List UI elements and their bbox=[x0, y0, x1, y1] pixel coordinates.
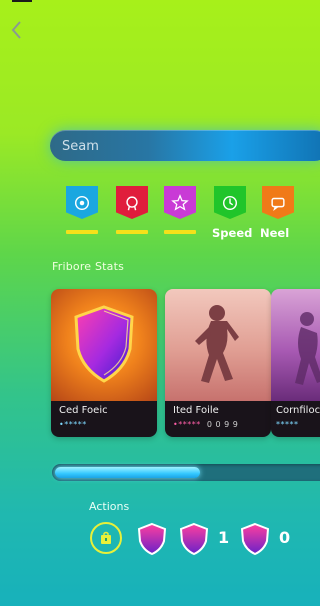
search-bar[interactable] bbox=[50, 130, 320, 161]
chat-icon bbox=[262, 186, 294, 219]
bag-button[interactable] bbox=[90, 522, 122, 554]
category-label-speed: Speed bbox=[212, 226, 253, 240]
card-rating: •***** 0 0 9 9 bbox=[173, 420, 238, 429]
card-image bbox=[51, 289, 157, 401]
card-title: Ced Foeic bbox=[59, 405, 108, 416]
medal-icon bbox=[116, 186, 148, 219]
category-underline bbox=[66, 230, 98, 234]
shield-icon[interactable] bbox=[237, 521, 273, 557]
category-medal[interactable] bbox=[116, 186, 150, 242]
category-underline bbox=[164, 230, 196, 234]
card-footer: Ced Foeic •***** bbox=[51, 401, 157, 437]
shield-count-1: 1 bbox=[218, 528, 230, 547]
category-speed[interactable]: Speed bbox=[212, 186, 252, 242]
shield-icon[interactable] bbox=[134, 521, 170, 557]
category-target[interactable] bbox=[66, 186, 100, 242]
search-input[interactable] bbox=[62, 136, 262, 156]
shield-count-2: 0 bbox=[279, 528, 291, 547]
bag-icon bbox=[101, 531, 111, 544]
stat-card-1[interactable]: Ced Foeic •***** bbox=[51, 289, 157, 437]
star-icon bbox=[164, 186, 196, 219]
target-icon bbox=[66, 186, 98, 219]
category-star[interactable] bbox=[164, 186, 198, 242]
card-image bbox=[165, 289, 271, 401]
card-title: Ited Foile bbox=[173, 405, 219, 416]
card-rating: ***** bbox=[276, 420, 299, 429]
section-title: Fribore Stats bbox=[52, 260, 125, 273]
rating-stars: ***** bbox=[276, 420, 299, 429]
card-extra: 0 0 9 9 bbox=[206, 420, 239, 429]
stat-card-3[interactable]: Cornfiloc ***** bbox=[271, 289, 320, 437]
category-label-neel: Neel bbox=[260, 226, 290, 240]
runner-silhouette bbox=[195, 305, 239, 383]
clock-icon bbox=[214, 186, 246, 219]
progress-fill bbox=[55, 467, 200, 478]
shield-icon bbox=[74, 305, 134, 383]
category-neel[interactable]: Neel bbox=[260, 186, 296, 242]
shield-icon[interactable] bbox=[176, 521, 212, 557]
progress-bar bbox=[52, 464, 320, 481]
stat-card-2[interactable]: Ited Foile •***** 0 0 9 9 bbox=[165, 289, 271, 437]
category-row: Speed Neel bbox=[66, 186, 320, 242]
rating-stars: •***** bbox=[173, 420, 201, 429]
card-footer: Ited Foile •***** 0 0 9 9 bbox=[165, 401, 271, 437]
runner-silhouette bbox=[295, 312, 320, 385]
actions-label: Actions bbox=[89, 500, 130, 513]
card-footer: Cornfiloc ***** bbox=[271, 401, 320, 437]
card-title: Cornfiloc bbox=[276, 405, 320, 416]
rating-stars: •***** bbox=[59, 420, 87, 429]
back-chevron-icon[interactable] bbox=[10, 20, 28, 42]
card-rating: •***** bbox=[59, 420, 87, 429]
status-indicator bbox=[12, 0, 32, 2]
card-image bbox=[271, 289, 320, 401]
category-underline bbox=[116, 230, 148, 234]
